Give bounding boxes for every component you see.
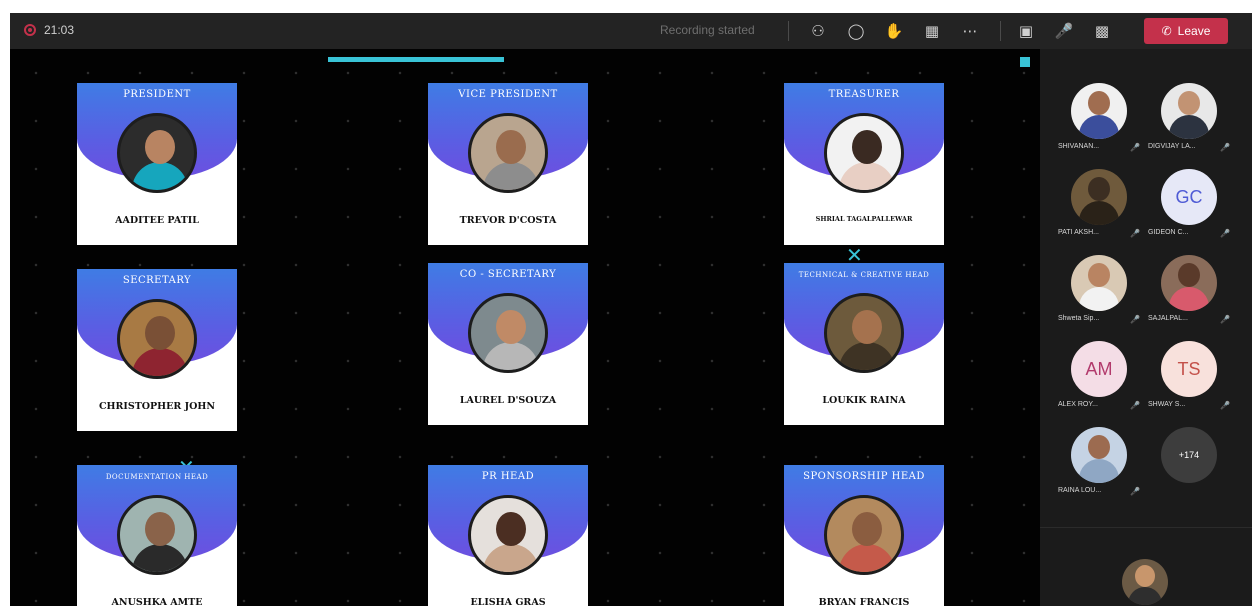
participant-avatar: GC [1161, 169, 1217, 225]
raise-hand-icon[interactable]: ✋ [882, 19, 906, 43]
share-screen-icon[interactable]: ▩ [1090, 19, 1114, 43]
member-name: ELISHA GRAS [470, 597, 546, 606]
participant-avatar [1071, 83, 1127, 139]
member-card: SPONSORSHIP HEAD BRYAN FRANCIS [784, 465, 944, 606]
member-role: PRESIDENT [123, 89, 191, 100]
participant-name: ALEX ROY... [1058, 401, 1098, 408]
leave-button[interactable]: ✆ Leave [1144, 18, 1228, 44]
leave-label: Leave [1177, 24, 1211, 38]
mic-muted-icon: 🎤 [1130, 487, 1140, 496]
participant-avatar [1161, 83, 1217, 139]
participant-name: SHIVANAN... [1058, 143, 1100, 150]
member-photo [468, 495, 548, 575]
member-card: DOCUMENTATION HEAD ANUSHKA AMTE [77, 465, 237, 606]
member-card: TECHNICAL & CREATIVE HEAD LOUKIK RAINA [784, 263, 944, 425]
member-name: LOUKIK RAINA [822, 395, 906, 406]
participant-name: DIGVIJAY LA... [1148, 143, 1196, 150]
member-card: TREASURER SHRIAL TAGALPALLEWAR [784, 83, 944, 245]
meeting-toolbar: 21:03 Recording started ⚇ ◯ ✋ ▦ ⋯ ▣ 🎤 ▩ … [10, 13, 1252, 49]
more-participants-button[interactable]: +174 [1161, 427, 1217, 483]
member-role: TREASURER [828, 89, 900, 100]
recording-status: Recording started [660, 23, 755, 37]
participant-tile[interactable]: RAINA LOU... 🎤 [1054, 423, 1144, 501]
member-card: CO - SECRETARY LAUREL D'SOUZA [428, 263, 588, 425]
member-role: SPONSORSHIP HEAD [803, 471, 925, 482]
member-name: AADITEE PATIL [115, 215, 199, 226]
member-photo [117, 299, 197, 379]
participant-avatar [1071, 427, 1127, 483]
mic-muted-icon: 🎤 [1130, 143, 1140, 152]
member-role: SECRETARY [122, 275, 192, 286]
self-view-avatar[interactable] [1122, 559, 1168, 605]
cross-decoration: ✕ [846, 243, 863, 267]
participant-tile[interactable]: SAJALPAL... 🎤 [1144, 251, 1234, 329]
member-role: TECHNICAL & CREATIVE HEAD [798, 271, 930, 279]
participant-avatar [1071, 255, 1127, 311]
recording-icon [24, 24, 36, 36]
participants-gallery: SHIVANAN... 🎤 DIGVIJAY LA... 🎤 PATI AKSH..… [1040, 49, 1252, 606]
mic-muted-icon: 🎤 [1220, 315, 1230, 324]
participant-avatar: TS [1161, 341, 1217, 397]
gallery-divider [1040, 527, 1252, 528]
participant-tile[interactable]: AM ALEX ROY... 🎤 [1054, 337, 1144, 415]
mic-muted-icon: 🎤 [1220, 229, 1230, 238]
participant-name: Shweta Sip... [1058, 315, 1100, 322]
member-card: VICE PRESIDENT TREVOR D'COSTA [428, 83, 588, 245]
participant-avatar [1071, 169, 1127, 225]
member-photo [824, 495, 904, 575]
participant-name: GIDEON C... [1148, 229, 1189, 236]
more-participants-tile[interactable]: +174 [1144, 423, 1234, 501]
member-name: SHRIAL TAGALPALLEWAR [815, 215, 913, 223]
chat-icon[interactable]: ◯ [844, 19, 868, 43]
microphone-icon[interactable]: 🎤 [1052, 19, 1076, 43]
mic-muted-icon: 🎤 [1130, 315, 1140, 324]
teams-meeting-window: 21:03 Recording started ⚇ ◯ ✋ ▦ ⋯ ▣ 🎤 ▩ … [10, 13, 1252, 606]
mic-muted-icon: 🎤 [1220, 143, 1230, 152]
participant-tile[interactable]: DIGVIJAY LA... 🎤 [1144, 79, 1234, 157]
member-card: PR HEAD ELISHA GRAS [428, 465, 588, 606]
member-photo [117, 495, 197, 575]
camera-icon[interactable]: ▣ [1014, 19, 1038, 43]
shared-screen-stage: ✕ ✕ PRESIDENT AADITEE PATIL VICE PRESIDE… [10, 49, 1040, 606]
member-photo [117, 113, 197, 193]
member-photo [468, 293, 548, 373]
member-photo [824, 293, 904, 373]
participant-tile[interactable]: Shweta Sip... 🎤 [1054, 251, 1144, 329]
member-role: CO - SECRETARY [459, 269, 557, 280]
participant-tile[interactable]: GC GIDEON C... 🎤 [1144, 165, 1234, 243]
breakout-rooms-icon[interactable]: ▦ [920, 19, 944, 43]
toolbar-divider [1000, 21, 1001, 41]
member-name: ANUSHKA AMTE [111, 597, 203, 606]
meeting-timer: 21:03 [44, 23, 75, 37]
member-photo [468, 113, 548, 193]
participant-tile[interactable]: TS SHWAY S... 🎤 [1144, 337, 1234, 415]
participant-name: PATI AKSH... [1058, 229, 1099, 236]
phone-hangup-icon: ✆ [1161, 24, 1172, 38]
member-name: TREVOR D'COSTA [459, 215, 557, 226]
member-card: SECRETARY CHRISTOPHER JOHN [77, 269, 237, 431]
slide-progress-bar [328, 57, 504, 62]
member-photo [824, 113, 904, 193]
member-role: PR HEAD [481, 471, 535, 482]
toolbar-divider [788, 21, 789, 41]
participant-name: RAINA LOU... [1058, 487, 1102, 494]
mic-muted-icon: 🎤 [1130, 229, 1140, 238]
mic-muted-icon: 🎤 [1130, 401, 1140, 410]
member-name: CHRISTOPHER JOHN [98, 401, 216, 412]
mic-muted-icon: 🎤 [1220, 401, 1230, 410]
member-role: VICE PRESIDENT [458, 89, 558, 100]
member-card: PRESIDENT AADITEE PATIL [77, 83, 237, 245]
participants-icon[interactable]: ⚇ [806, 19, 830, 43]
participant-tile[interactable]: PATI AKSH... 🎤 [1054, 165, 1144, 243]
member-role: DOCUMENTATION HEAD [105, 473, 209, 481]
participant-tile[interactable]: SHIVANAN... 🎤 [1054, 79, 1144, 157]
participant-name: SHWAY S... [1148, 401, 1186, 408]
more-actions-icon[interactable]: ⋯ [958, 19, 982, 43]
slide-marker [1020, 57, 1030, 67]
participant-avatar [1161, 255, 1217, 311]
participant-avatar: AM [1071, 341, 1127, 397]
member-name: LAUREL D'SOUZA [459, 395, 557, 406]
participant-name: SAJALPAL... [1148, 315, 1188, 322]
member-name: BRYAN FRANCIS [818, 597, 910, 606]
